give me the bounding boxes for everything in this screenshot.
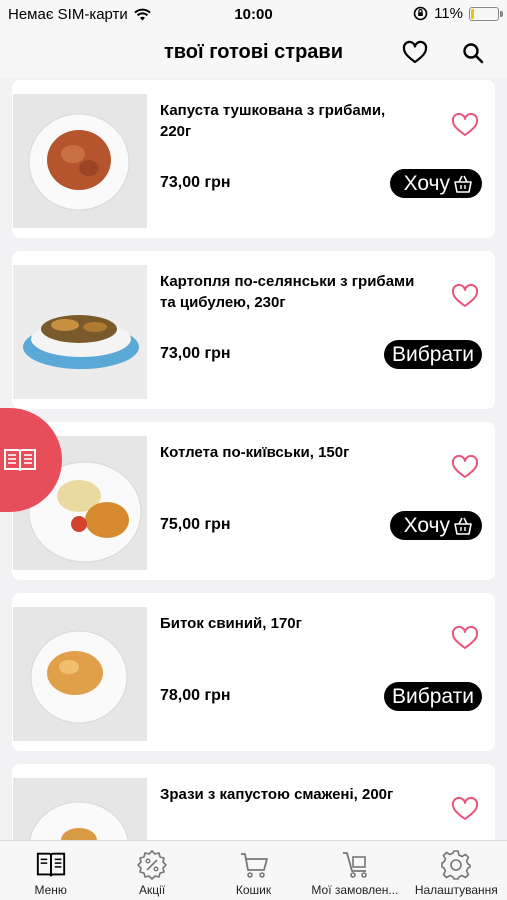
basket-icon [454, 517, 472, 535]
dish-name: Котлета по-київськи, 150г [160, 444, 350, 461]
tab-label: Акції [139, 883, 166, 897]
dish-card[interactable]: Зрази з капустою смажені, 200г [12, 764, 495, 840]
choose-button[interactable]: Вибрати [383, 682, 482, 711]
tab-label: Кошик [235, 883, 272, 897]
menu-book-icon [4, 449, 36, 472]
status-right: 11% [413, 5, 503, 22]
dish-card[interactable]: Биток свиний, 170г 78,00 грн Вибрати [12, 593, 495, 751]
want-button[interactable]: Хочу [389, 511, 482, 540]
dish-list[interactable]: Капуста тушкована з грибами, 220г 73,00 … [0, 80, 507, 840]
dish-price: 73,00 грн [160, 345, 231, 362]
dish-price: 73,00 грн [160, 174, 231, 191]
heart-icon[interactable] [402, 40, 428, 66]
battery-percent: 11% [434, 5, 463, 22]
tab-settings[interactable]: Налаштування [406, 841, 507, 900]
dish-name: Биток свиний, 170г [160, 615, 302, 632]
favorite-heart-icon[interactable] [451, 796, 479, 822]
top-nav: твої готові страви [0, 28, 507, 78]
cart-icon [240, 853, 268, 878]
bottom-tab-bar: Меню Акції Кошик Мої замовлен... Налашту… [0, 840, 507, 900]
dish-photo [13, 778, 147, 840]
dish-card[interactable]: Капуста тушкована з грибами, 220г 73,00 … [12, 80, 495, 238]
dish-price: 75,00 грн [160, 516, 231, 533]
dish-photo [13, 607, 147, 741]
orders-icon [342, 852, 367, 878]
want-button[interactable]: Хочу [389, 169, 482, 198]
choose-button[interactable]: Вибрати [383, 340, 482, 369]
dish-name: Зрази з капустою смажені, 200г [160, 786, 394, 803]
want-button-label: Хочу [403, 171, 450, 195]
dish-photo [13, 94, 147, 228]
tab-label: Меню [34, 883, 67, 897]
favorite-heart-icon[interactable] [451, 112, 479, 138]
orientation-lock-icon [413, 6, 428, 21]
gear-icon [441, 850, 472, 880]
tab-menu[interactable]: Меню [0, 841, 101, 900]
dish-price: 78,00 грн [160, 687, 231, 704]
battery-icon [469, 6, 503, 21]
status-bar: Немає SIM-карти 10:00 11% [0, 0, 507, 28]
dish-card[interactable]: Картопля по-селянськи з грибами та цибул… [12, 251, 495, 409]
favorite-heart-icon[interactable] [451, 283, 479, 309]
favorite-heart-icon[interactable] [451, 454, 479, 480]
discount-icon [137, 850, 167, 880]
page-title: твої готові страви [163, 41, 343, 63]
menu-book-icon [36, 852, 65, 877]
tab-label: Мої замовлен... [311, 883, 399, 897]
tab-label: Налаштування [414, 883, 498, 897]
dish-photo [13, 265, 147, 399]
tab-my-orders[interactable]: Мої замовлен... [304, 841, 405, 900]
tab-cart[interactable]: Кошик [203, 841, 304, 900]
basket-icon [454, 175, 472, 193]
tab-promotions[interactable]: Акції [101, 841, 202, 900]
favorite-heart-icon[interactable] [451, 625, 479, 651]
choose-button-label: Вибрати [391, 342, 474, 366]
search-icon[interactable] [462, 42, 484, 64]
dish-name: Капуста тушкована з грибами, 220г [160, 102, 386, 140]
dish-name: Картопля по-селянськи з грибами та цибул… [160, 273, 415, 311]
choose-button-label: Вибрати [391, 684, 474, 708]
battery-level [471, 8, 474, 19]
want-button-label: Хочу [403, 513, 450, 537]
dish-card[interactable]: Котлета по-київськи, 150г 75,00 грн Хочу [12, 422, 495, 580]
